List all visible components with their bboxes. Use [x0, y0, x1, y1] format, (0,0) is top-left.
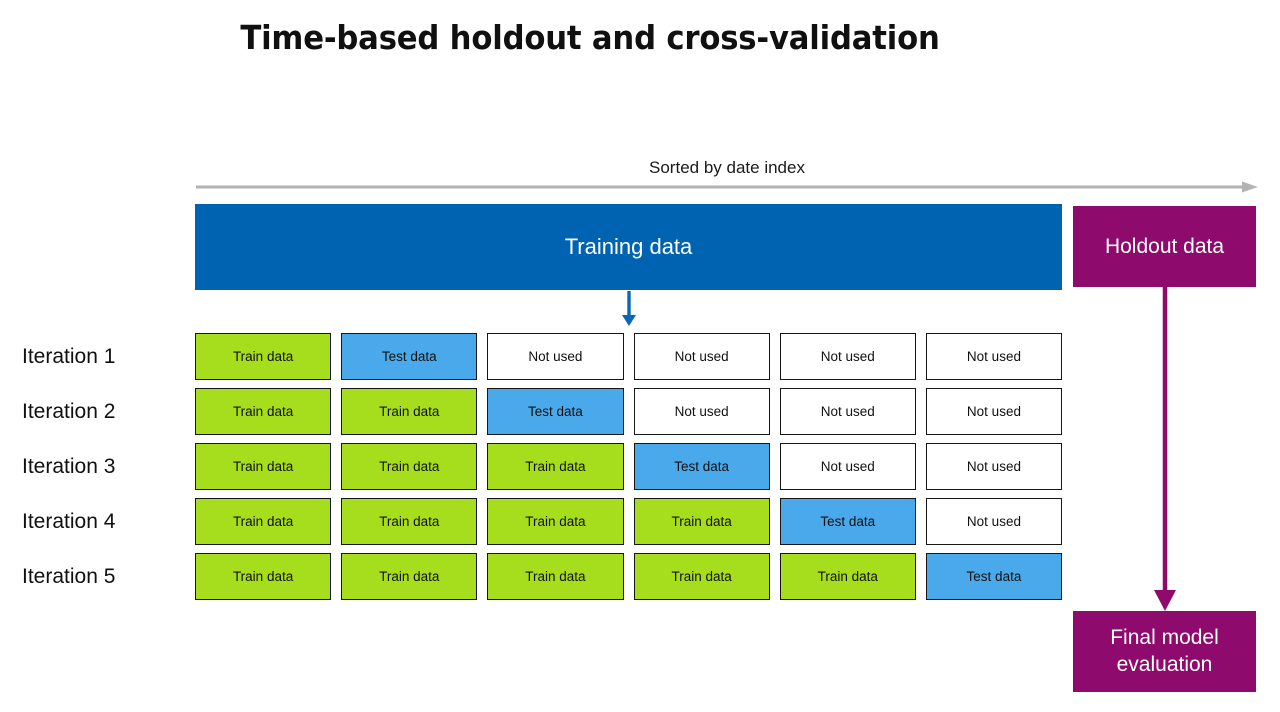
iteration-cells: Train data Train data Train data Train data… [195, 498, 1063, 545]
fold-cell-test: Test data [925, 553, 1063, 600]
fold-cell-unused: Not used [925, 498, 1063, 545]
iteration-label: Iteration 4 [22, 510, 116, 533]
fold-cell-unused: Not used [925, 388, 1063, 435]
split-down-arrow-icon [617, 291, 641, 327]
iteration-label: Iteration 3 [22, 455, 116, 478]
fold-cell-unused: Not used [779, 333, 916, 380]
holdout-data-box: Holdout data [1073, 206, 1256, 287]
iteration-row: Iteration 1 Train data Test data Not used No… [0, 333, 1063, 380]
fold-cell-train: Train data [633, 498, 770, 545]
fold-cell-train: Train data [195, 443, 332, 490]
iteration-cells: Train data Train data Train data Train data… [195, 553, 1063, 600]
fold-cell-train: Train data [633, 553, 770, 600]
iteration-row: Iteration 4 Train data Train data Train dat… [0, 498, 1063, 545]
fold-cell-unused: Not used [779, 388, 916, 435]
fold-cell-train: Train data [195, 553, 332, 600]
fold-cell-train: Train data [195, 388, 332, 435]
fold-cell-unused: Not used [779, 443, 916, 490]
iteration-cells: Train data Train data Train data Test data N… [195, 443, 1063, 490]
final-box-line-2: evaluation [1116, 652, 1213, 676]
fold-cell-train: Train data [487, 443, 624, 490]
fold-cell-test: Test data [341, 333, 478, 380]
iteration-label: Iteration 5 [22, 565, 116, 588]
fold-cell-test: Test data [779, 498, 916, 545]
sorted-by-date-arrow-icon [196, 180, 1258, 193]
fold-cell-train: Train data [487, 498, 624, 545]
fold-cell-train: Train data [779, 553, 916, 600]
fold-cell-unused: Not used [925, 333, 1063, 380]
fold-cell-unused: Not used [633, 333, 770, 380]
fold-cell-unused: Not used [487, 333, 624, 380]
page-title: Time-based holdout and cross-validation [240, 18, 940, 57]
fold-cell-unused: Not used [925, 443, 1063, 490]
fold-cell-train: Train data [195, 333, 332, 380]
iteration-cells: Train data Test data Not used Not used Not u… [195, 333, 1063, 380]
fold-cell-train: Train data [195, 498, 332, 545]
training-data-bar: Training data [195, 204, 1062, 290]
fold-cell-train: Train data [341, 388, 478, 435]
fold-cell-test: Test data [633, 443, 770, 490]
fold-cell-unused: Not used [633, 388, 770, 435]
final-evaluation-down-arrow-icon [1147, 287, 1183, 612]
fold-cell-train: Train data [341, 443, 478, 490]
iteration-row: Iteration 5 Train data Train data Train dat… [0, 553, 1063, 600]
axis-label: Sorted by date index [649, 158, 805, 177]
final-box-line-1: Final model [1110, 626, 1219, 650]
iteration-label: Iteration 1 [22, 345, 116, 368]
iteration-cells: Train data Train data Test data Not used Not… [195, 388, 1063, 435]
cross-validation-grid: Iteration 1 Train data Test data Not used No… [0, 333, 1063, 608]
iteration-row: Iteration 2 Train data Train data Test data… [0, 388, 1063, 435]
holdout-data-label: Holdout data [1104, 234, 1225, 258]
iteration-row: Iteration 3 Train data Train data Train dat… [0, 443, 1063, 490]
fold-cell-train: Train data [341, 498, 478, 545]
fold-cell-train: Train data [487, 553, 624, 600]
final-model-evaluation-box: Final model evaluation [1073, 611, 1256, 692]
fold-cell-train: Train data [341, 553, 478, 600]
iteration-label: Iteration 2 [22, 400, 116, 423]
training-data-label: Training data [564, 234, 693, 259]
diagram-canvas: Time-based holdout and cross-validation … [0, 0, 1280, 712]
final-model-evaluation-label: Final model evaluation [1110, 625, 1219, 678]
fold-cell-test: Test data [487, 388, 624, 435]
